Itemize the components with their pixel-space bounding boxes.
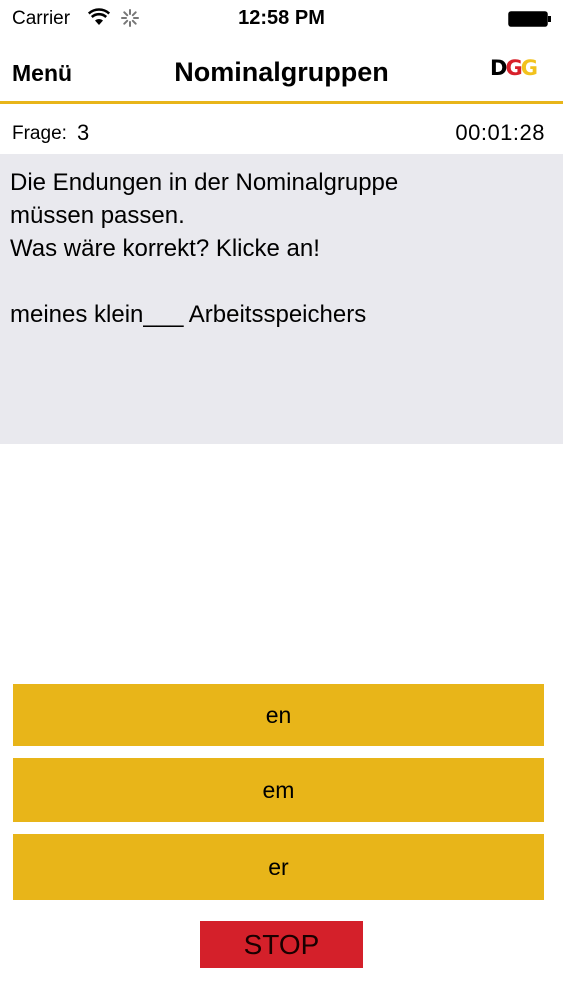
logo-letter-d: D bbox=[490, 56, 507, 80]
question-info-row: Frage: 3 00:01:28 bbox=[0, 107, 563, 153]
timer: 00:01:28 bbox=[455, 120, 545, 145]
question-panel: Die Endungen in der Nominalgruppe müssen… bbox=[0, 154, 563, 444]
logo-letter-g2: G bbox=[520, 56, 538, 80]
answer-button-er[interactable]: er bbox=[13, 834, 544, 900]
question-text: Die Endungen in der Nominalgruppe müssen… bbox=[10, 169, 399, 328]
dgg-logo: DGG bbox=[490, 56, 540, 80]
answer-button-en[interactable]: en bbox=[13, 684, 544, 746]
logo-letter-g1: G bbox=[505, 56, 522, 80]
answer-button-em[interactable]: em bbox=[13, 758, 544, 822]
page-title: Nominalgruppen bbox=[174, 57, 389, 87]
frage-label: Frage: bbox=[12, 123, 67, 144]
battery-icon bbox=[508, 11, 551, 27]
status-time: 12:58 PM bbox=[238, 7, 325, 29]
stop-button[interactable]: STOP bbox=[200, 921, 363, 968]
status-bar: Carrier 12:58 PM bbox=[0, 0, 563, 40]
frage-number: 3 bbox=[77, 120, 90, 145]
navigation-bar: Menü Nominalgruppen DGG bbox=[0, 40, 563, 104]
